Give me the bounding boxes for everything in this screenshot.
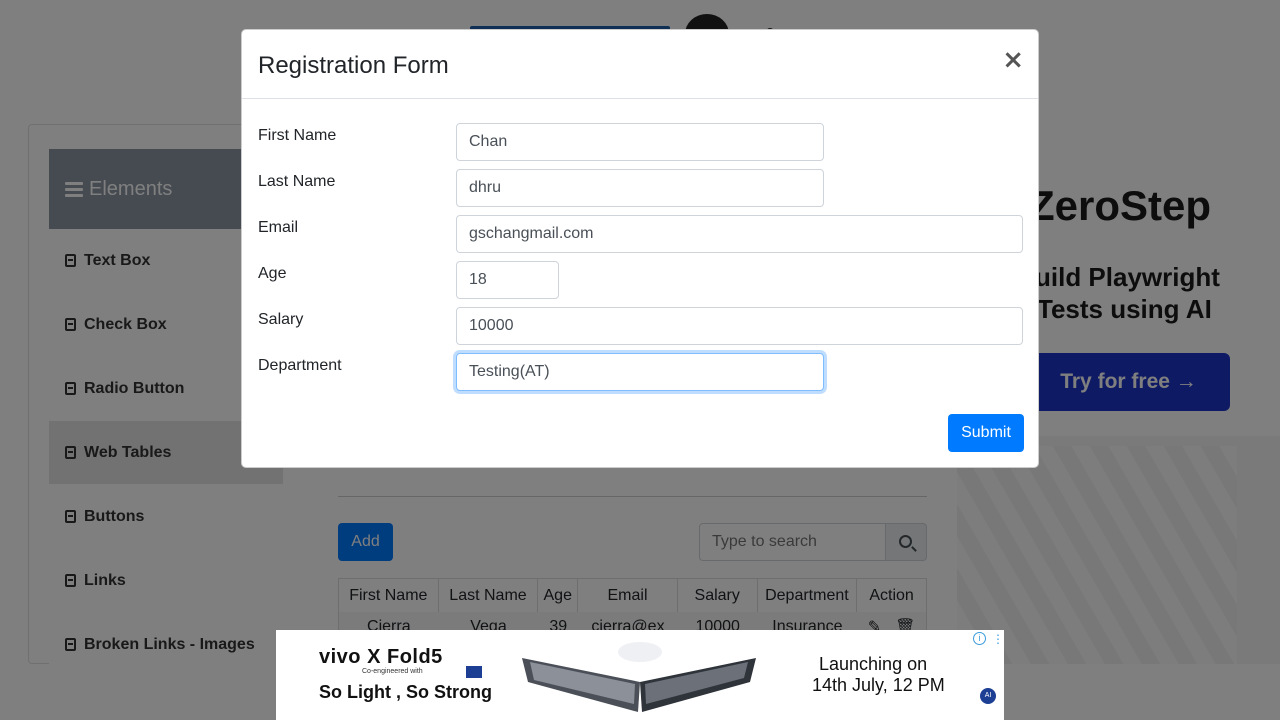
ad-menu-icon[interactable]: ⋮: [992, 632, 1004, 646]
department-label: Department: [258, 357, 342, 374]
last-name-label: Last Name: [258, 173, 336, 190]
age-label: Age: [258, 265, 287, 282]
department-row: Department: [258, 353, 1024, 391]
last-name-input[interactable]: [456, 169, 824, 207]
age-row: Age: [258, 261, 1024, 299]
ad-launch-line-2: 14th July, 12 PM: [812, 675, 945, 695]
ad-info-icon[interactable]: i: [973, 632, 986, 645]
ad-launch-line-1: Launching on: [819, 654, 928, 674]
last-name-row: Last Name: [258, 169, 1024, 207]
salary-input[interactable]: [456, 307, 1023, 345]
department-input[interactable]: [456, 353, 824, 391]
phone-image: [522, 642, 756, 712]
first-name-row: First Name: [258, 123, 1024, 161]
modal-header: Registration Form ×: [242, 30, 1038, 99]
modal-title: Registration Form: [258, 52, 449, 79]
first-name-input[interactable]: [456, 123, 824, 161]
submit-button[interactable]: Submit: [948, 414, 1024, 452]
email-label: Email: [258, 219, 299, 236]
email-input[interactable]: [456, 215, 1023, 253]
ai-badge-icon: AI: [980, 688, 996, 704]
registration-modal: Registration Form × First Name Last Name…: [241, 29, 1039, 468]
ad-tagline: So Light , So Strong: [319, 682, 492, 702]
salary-label: Salary: [258, 311, 304, 328]
age-input[interactable]: [456, 261, 559, 299]
ad-subline: Co-engineered with: [362, 668, 423, 675]
ad-brand: vivo X Fold5: [319, 646, 443, 668]
bottom-advertisement[interactable]: vivo X Fold5 Co-engineered with So Light…: [276, 630, 1004, 720]
zeiss-logo-icon: [466, 666, 482, 678]
email-row: Email: [258, 215, 1024, 253]
salary-row: Salary: [258, 307, 1024, 345]
first-name-label: First Name: [258, 127, 337, 144]
close-button[interactable]: ×: [1002, 47, 1024, 73]
